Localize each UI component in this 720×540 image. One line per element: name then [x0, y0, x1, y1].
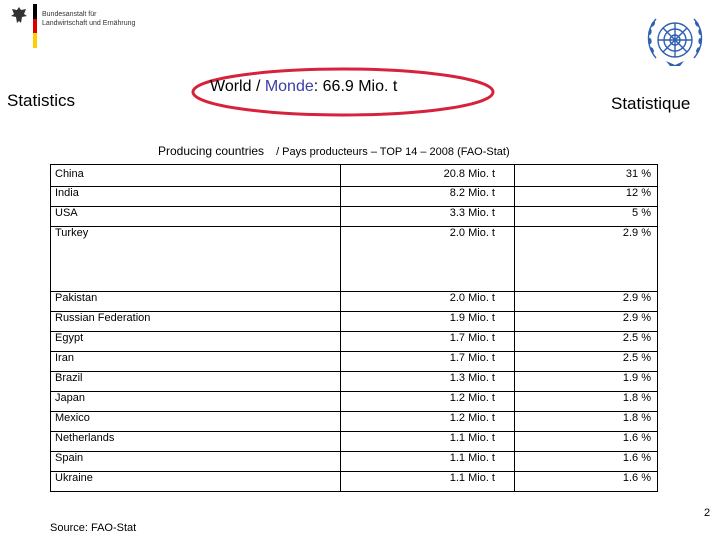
- share-cell: 5 %: [514, 206, 658, 227]
- table-row: Spain 1.1 Mio. t 1.6 %: [50, 451, 658, 472]
- production-cell: 1.7 Mio. t: [340, 331, 515, 352]
- table-row: Mexico 1.2 Mio. t 1.8 %: [50, 411, 658, 432]
- production-cell: 3.3 Mio. t: [340, 206, 515, 227]
- share-cell: 1.6 %: [514, 431, 658, 452]
- ministry-name: Bundesanstalt für Landwirtschaft und Ern…: [42, 10, 135, 28]
- production-cell: 2.0 Mio. t: [340, 291, 515, 312]
- share-cell: 1.8 %: [514, 391, 658, 412]
- table-row: India 8.2 Mio. t 12 %: [50, 186, 658, 207]
- table-body: China 20.8 Mio. t 31 % India 8.2 Mio. t …: [50, 164, 658, 492]
- country-cell: Japan: [50, 391, 341, 412]
- production-cell: 1.1 Mio. t: [340, 431, 515, 452]
- ministry-logo: Bundesanstalt für Landwirtschaft und Ern…: [6, 4, 146, 52]
- production-cell: 1.2 Mio. t: [340, 411, 515, 432]
- title-statistics: Statistics: [7, 91, 76, 110]
- country-cell: Turkey: [50, 226, 341, 292]
- share-cell: 1.9 %: [514, 371, 658, 392]
- production-cell: 20.8 Mio. t: [340, 164, 515, 187]
- share-cell: 2.9 %: [514, 226, 658, 292]
- country-cell: Russian Federation: [50, 311, 341, 332]
- production-cell: 1.7 Mio. t: [340, 351, 515, 372]
- subtitle-french: / Pays producteurs – TOP 14 – 2008 (FAO-…: [276, 146, 510, 158]
- table-row: China 20.8 Mio. t 31 %: [50, 164, 658, 187]
- share-cell: 2.9 %: [514, 291, 658, 312]
- share-cell: 12 %: [514, 186, 658, 207]
- country-cell: Ukraine: [50, 471, 341, 492]
- share-cell: 2.9 %: [514, 311, 658, 332]
- title-statistique: Statistique: [611, 94, 691, 113]
- table-row: Netherlands 1.1 Mio. t 1.6 %: [50, 431, 658, 452]
- world-total: World / Monde: 66.9 Mio. t: [210, 78, 397, 96]
- table-row: Japan 1.2 Mio. t 1.8 %: [50, 391, 658, 412]
- country-cell: China: [50, 164, 341, 187]
- table-subtitle: Producing countries / Pays producteurs – …: [158, 144, 510, 158]
- federal-eagle-icon: [11, 7, 27, 23]
- country-cell: Mexico: [50, 411, 341, 432]
- producing-countries-table: China 20.8 Mio. t 31 % India 8.2 Mio. t …: [50, 164, 658, 492]
- table-row: Turkey 2.0 Mio. t 2.9 %: [50, 226, 658, 292]
- country-cell: Egypt: [50, 331, 341, 352]
- production-cell: 1.1 Mio. t: [340, 451, 515, 472]
- ministry-line-1: Bundesanstalt für: [42, 11, 97, 18]
- table-row: Pakistan 2.0 Mio. t 2.9 %: [50, 291, 658, 312]
- share-cell: 2.5 %: [514, 331, 658, 352]
- country-cell: Brazil: [50, 371, 341, 392]
- share-cell: 1.6 %: [514, 451, 658, 472]
- country-cell: Spain: [50, 451, 341, 472]
- table-row: Russian Federation 1.9 Mio. t 2.9 %: [50, 311, 658, 332]
- share-cell: 1.6 %: [514, 471, 658, 492]
- country-cell: Netherlands: [50, 431, 341, 452]
- monde-label: Monde: [264, 78, 314, 95]
- german-flag-bar: [33, 4, 37, 48]
- country-cell: Pakistan: [50, 291, 341, 312]
- production-cell: 1.1 Mio. t: [340, 471, 515, 492]
- source-note: Source: FAO-Stat: [50, 522, 137, 534]
- table-row: USA 3.3 Mio. t 5 %: [50, 206, 658, 227]
- production-cell: 1.9 Mio. t: [340, 311, 515, 332]
- page-number: 2: [704, 507, 711, 519]
- production-cell: 2.0 Mio. t: [340, 226, 515, 292]
- share-cell: 2.5 %: [514, 351, 658, 372]
- un-emblem-icon: [640, 10, 710, 72]
- country-cell: USA: [50, 206, 341, 227]
- country-cell: Iran: [50, 351, 341, 372]
- world-value: : 66.9 Mio. t: [313, 78, 398, 95]
- table-row: Brazil 1.3 Mio. t 1.9 %: [50, 371, 658, 392]
- world-label: World /: [210, 78, 265, 95]
- share-cell: 1.8 %: [514, 411, 658, 432]
- table-row: Iran 1.7 Mio. t 2.5 %: [50, 351, 658, 372]
- subtitle-english: Producing countries: [158, 144, 265, 158]
- country-cell: India: [50, 186, 341, 207]
- production-cell: 1.3 Mio. t: [340, 371, 515, 392]
- table-row: Ukraine 1.1 Mio. t 1.6 %: [50, 471, 658, 492]
- production-cell: 8.2 Mio. t: [340, 186, 515, 207]
- production-cell: 1.2 Mio. t: [340, 391, 515, 412]
- ministry-line-2: Landwirtschaft und Ernährung: [42, 20, 136, 27]
- share-cell: 31 %: [514, 164, 658, 187]
- table-row: Egypt 1.7 Mio. t 2.5 %: [50, 331, 658, 352]
